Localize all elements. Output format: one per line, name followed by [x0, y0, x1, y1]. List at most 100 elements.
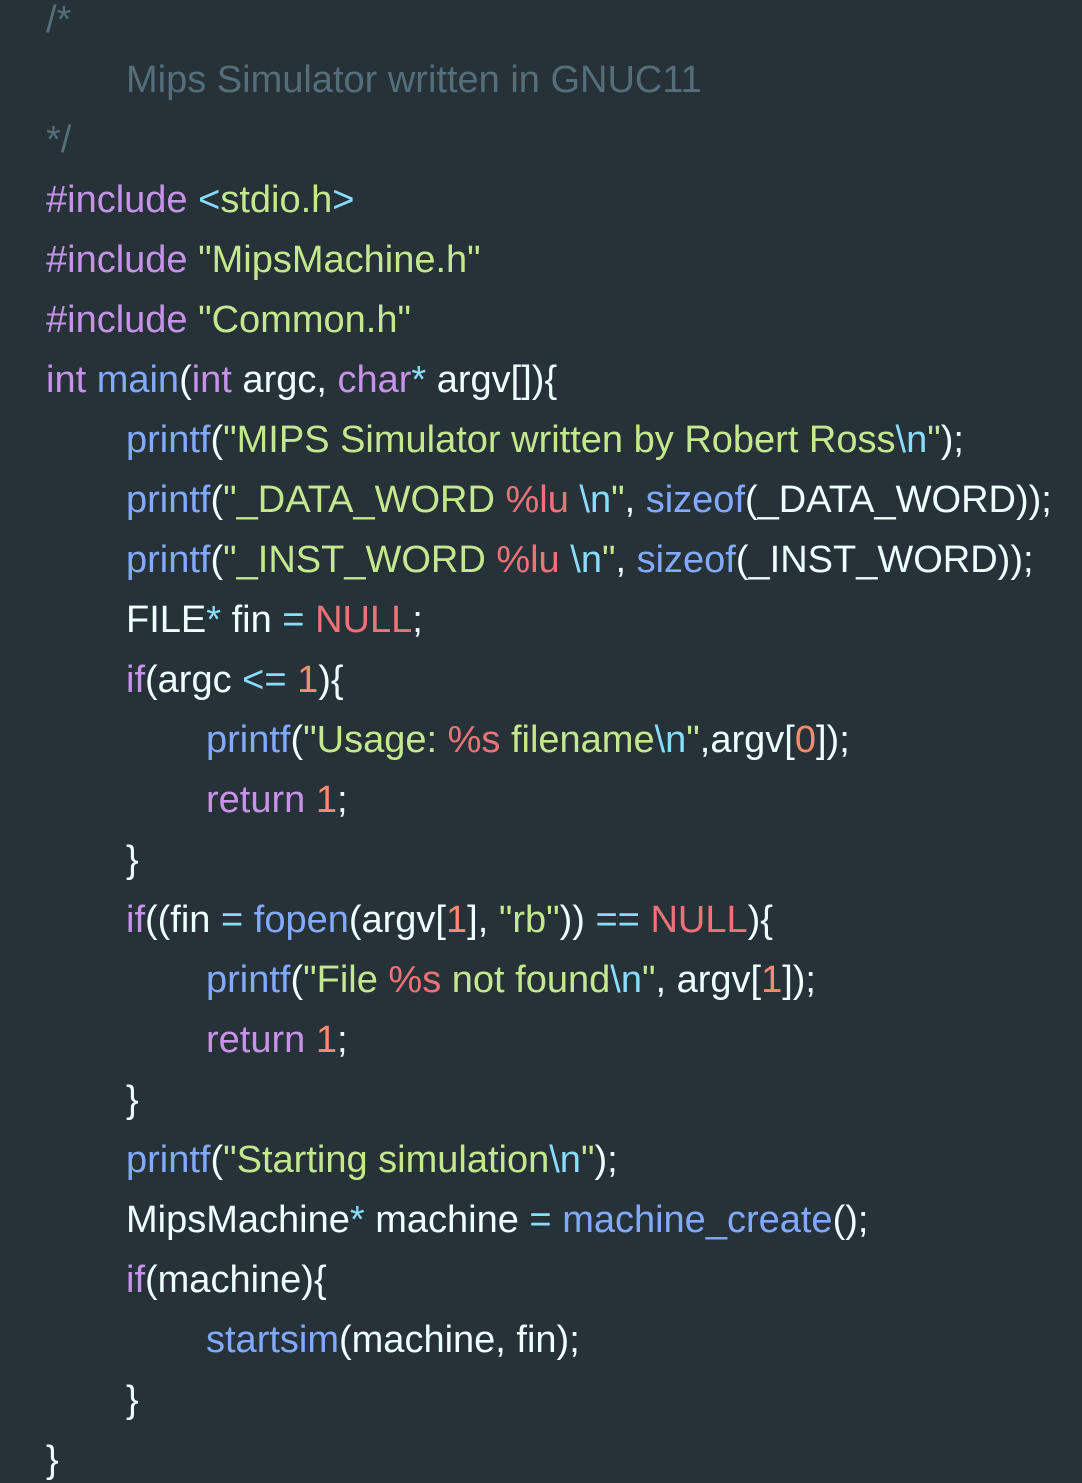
code-line: #include "Common.h": [46, 290, 1052, 350]
string-token: ": [686, 719, 700, 761]
code-token: (: [290, 959, 304, 1001]
code-token: );: [940, 419, 964, 461]
keyword-token: if: [126, 659, 145, 701]
keyword-token: return: [206, 779, 306, 821]
code-line: if(argc <= 1){: [46, 650, 1052, 710]
code-token: (: [290, 719, 304, 761]
operator-token: =: [282, 599, 305, 641]
code-line: if(machine){: [46, 1250, 1052, 1310]
code-token: ],: [467, 899, 499, 941]
code-line: printf("_DATA_WORD %lu \n", sizeof(_DATA…: [46, 470, 1052, 530]
escape-token: \n: [654, 719, 687, 761]
code-token: }: [126, 1379, 139, 1421]
code-token: (machine){: [145, 1259, 327, 1301]
constant-token: NULL: [650, 899, 748, 941]
string-token: [569, 479, 580, 521]
keyword-token: return: [206, 1019, 306, 1061]
function-token: printf: [126, 479, 211, 521]
number-token: 1: [446, 899, 468, 941]
string-token: ": [641, 959, 656, 1001]
comment-token: /*: [46, 0, 72, 41]
format-token: %s: [388, 959, 442, 1001]
code-token: ,argv[: [699, 719, 795, 761]
code-token: (: [210, 479, 224, 521]
code-token: machine: [364, 1199, 530, 1241]
string-token: "Usage:: [303, 719, 448, 761]
format-token: %lu: [496, 539, 560, 581]
code-line: /*: [46, 0, 1052, 50]
string-token: filename: [500, 719, 655, 761]
code-token: MipsMachine: [126, 1199, 350, 1241]
code-token: fin: [221, 599, 283, 641]
code-line: Mips Simulator written in GNUC11: [46, 50, 1052, 110]
code-line: MipsMachine* machine = machine_create();: [46, 1190, 1052, 1250]
function-token: main: [96, 359, 180, 401]
constant-token: NULL: [315, 599, 413, 641]
code-token: , argv[: [655, 959, 762, 1001]
code-token: ,: [624, 479, 646, 521]
code-token: FILE: [126, 599, 207, 641]
function-token: sizeof: [636, 539, 736, 581]
code-line: if((fin = fopen(argv[1], "rb")) == NULL)…: [46, 890, 1052, 950]
code-token: ){: [747, 899, 773, 941]
string-token: ": [611, 479, 625, 521]
code-token: (_INST_WORD));: [735, 539, 1034, 581]
code-editor[interactable]: /* Mips Simulator written in GNUC11 */ #inc…: [0, 0, 1082, 1483]
comment-token: Mips Simulator written in GNUC11: [126, 59, 702, 101]
code-token: (: [210, 419, 224, 461]
number-token: 1: [315, 1019, 337, 1061]
function-token: startsim: [206, 1319, 339, 1361]
function-token: sizeof: [645, 479, 746, 521]
code-line: */: [46, 110, 1052, 170]
comment-token: */: [46, 119, 72, 161]
code-token: }: [46, 1439, 59, 1481]
string-token: "MIPS Simulator written by Robert Ross: [223, 419, 896, 461]
function-token: printf: [126, 539, 211, 581]
number-token: 0: [794, 719, 816, 761]
format-token: %lu: [505, 479, 569, 521]
format-token: %s: [447, 719, 501, 761]
escape-token: <: [198, 179, 221, 221]
number-token: 1: [297, 659, 319, 701]
escape-token: >: [332, 179, 355, 221]
code-token: argc,: [231, 359, 338, 401]
code-line: return 1;: [46, 770, 1052, 830]
code-token: )): [559, 899, 596, 941]
string-token: ": [927, 419, 941, 461]
operator-token: ==: [595, 899, 640, 941]
code-token: (machine, fin);: [339, 1319, 580, 1361]
number-token: 1: [315, 779, 337, 821]
string-token: "MipsMachine.h": [198, 239, 481, 281]
code-token: ]);: [782, 959, 816, 1001]
string-token: "Starting simulation: [223, 1139, 550, 1181]
code-token: (: [210, 1139, 224, 1181]
string-token: "Common.h": [198, 299, 411, 341]
code-token: }: [126, 1079, 139, 1121]
code-token: }: [126, 839, 139, 881]
operator-token: *: [206, 599, 222, 641]
code-block[interactable]: /* Mips Simulator written in GNUC11 */ #inc…: [46, 0, 1052, 1483]
code-token: (: [179, 359, 192, 401]
string-token: ": [580, 1139, 595, 1181]
string-token: "rb": [498, 899, 560, 941]
code-line: FILE* fin = NULL;: [46, 590, 1052, 650]
code-token: ((fin: [145, 899, 221, 941]
code-token: ){: [318, 659, 344, 701]
string-token: ": [601, 539, 616, 581]
string-token: "_INST_WORD: [223, 539, 497, 581]
code-token: ;: [336, 779, 348, 821]
keyword-token: char: [337, 359, 412, 401]
keyword-token: int: [191, 359, 232, 401]
operator-token: *: [349, 1199, 365, 1241]
escape-token: \n: [895, 419, 928, 461]
keyword-token: #include: [46, 299, 188, 341]
code-line: printf("MIPS Simulator written by Robert…: [46, 410, 1052, 470]
operator-token: =: [221, 899, 244, 941]
